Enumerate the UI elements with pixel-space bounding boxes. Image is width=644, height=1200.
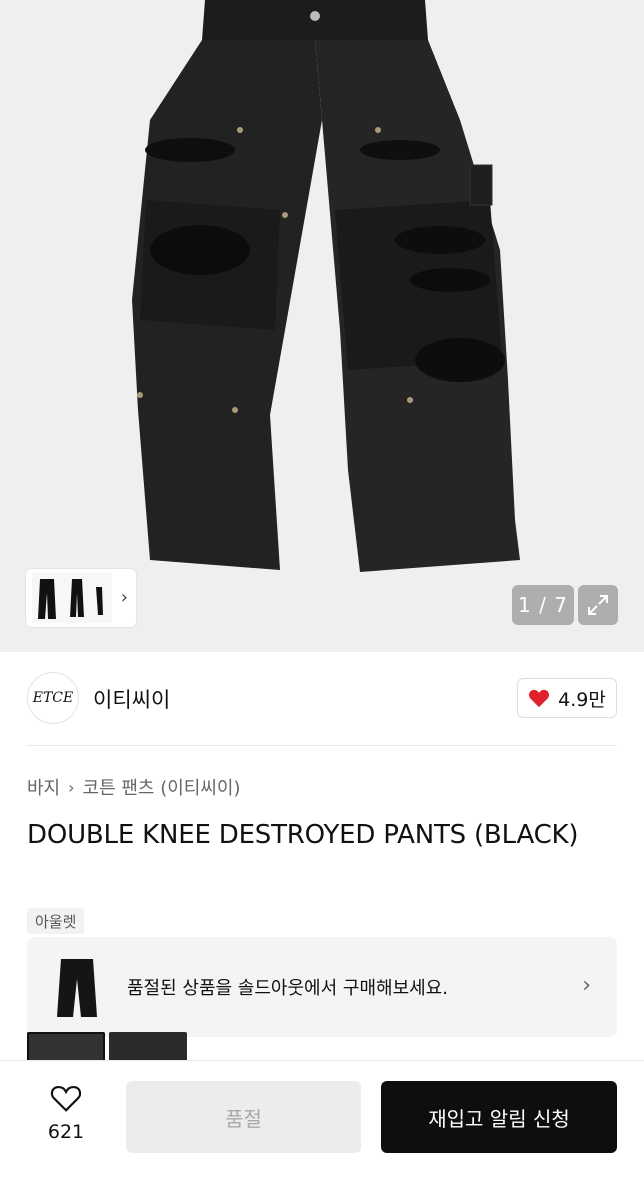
- chevron-right-icon: ›: [120, 587, 128, 608]
- restock-alert-button[interactable]: 재입고 알림 신청: [381, 1081, 617, 1153]
- divider: [27, 745, 617, 746]
- soldout-button[interactable]: 품절: [126, 1081, 361, 1153]
- brand-like-button[interactable]: 4.9만: [517, 678, 617, 718]
- heart-outline-icon: [50, 1085, 82, 1112]
- detail-thumbnails: [27, 1032, 187, 1062]
- bottom-action-bar: 621 품절 재입고 알림 신청: [0, 1060, 644, 1200]
- brand-logo[interactable]: ETCE: [27, 672, 79, 724]
- breadcrumb-subcategory[interactable]: 코튼 팬츠 (이티씨이): [83, 774, 241, 800]
- soldout-banner-text: 품절된 상품을 솔드아웃에서 구매해보세요.: [127, 978, 448, 999]
- outlet-badge: 아울렛: [27, 908, 85, 934]
- chevron-right-icon: ›: [68, 777, 75, 797]
- wishlist-count: 621: [47, 1121, 85, 1143]
- image-counter: 1 / 7: [512, 585, 574, 625]
- thumbnail-strip[interactable]: ›: [26, 569, 136, 627]
- product-image: [132, 0, 520, 572]
- detail-thumbnail[interactable]: [109, 1032, 187, 1062]
- brand-row: ETCE 이티씨이 4.9만: [0, 652, 644, 746]
- expand-icon: [588, 595, 608, 615]
- chevron-right-icon: ›: [582, 973, 591, 998]
- breadcrumb: 바지 › 코튼 팬츠 (이티씨이): [27, 774, 241, 800]
- product-title: DOUBLE KNEE DESTROYED PANTS (BLACK): [27, 820, 579, 850]
- detail-thumbnail[interactable]: [27, 1032, 105, 1062]
- thumbnail-image: [32, 573, 112, 623]
- heart-filled-icon: [529, 689, 550, 708]
- banner-product-thumbnail: [57, 959, 97, 1017]
- breadcrumb-category[interactable]: 바지: [27, 774, 60, 800]
- expand-button[interactable]: [578, 585, 618, 625]
- brand-like-count: 4.9만: [558, 688, 606, 711]
- wishlist-button[interactable]: 621: [36, 1083, 96, 1143]
- brand-name[interactable]: 이티씨이: [93, 684, 170, 714]
- soldout-banner[interactable]: 품절된 상품을 솔드아웃에서 구매해보세요. ›: [27, 937, 617, 1037]
- product-image-gallery[interactable]: › 1 / 7: [0, 0, 644, 652]
